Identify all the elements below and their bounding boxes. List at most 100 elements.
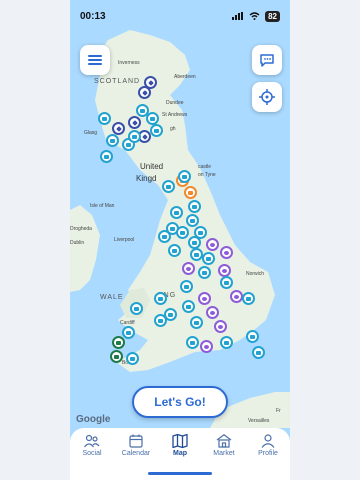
lets-go-button[interactable]: Let's Go!	[132, 386, 228, 418]
camera-marker[interactable]	[126, 352, 139, 365]
navigation-arrow-icon	[141, 133, 148, 140]
purple-marker[interactable]	[218, 264, 231, 277]
pin-icon	[210, 310, 215, 315]
camera-marker[interactable]	[188, 200, 201, 213]
camera-marker[interactable]	[220, 276, 233, 289]
camera-marker[interactable]	[100, 150, 113, 163]
camera-icon	[246, 296, 251, 301]
chat-button[interactable]	[252, 45, 282, 75]
camera-marker[interactable]	[186, 336, 199, 349]
camera-icon	[192, 204, 197, 209]
camera-icon	[250, 334, 255, 339]
camera-marker[interactable]	[182, 300, 195, 313]
purple-marker[interactable]	[220, 246, 233, 259]
purple-marker[interactable]	[206, 238, 219, 251]
camera-icon	[180, 230, 185, 235]
map-label-scotland: SCOTLAND	[94, 78, 141, 85]
map-label-united: United	[140, 162, 164, 171]
camera-icon	[102, 116, 107, 121]
camera-icon	[126, 142, 131, 147]
purple-marker[interactable]	[206, 306, 219, 319]
purple-marker[interactable]	[214, 320, 227, 333]
pin-icon	[218, 324, 223, 329]
purple-marker[interactable]	[182, 262, 195, 275]
camera-marker[interactable]	[168, 244, 181, 257]
tab-profile[interactable]: Profile	[247, 434, 289, 457]
camera-marker[interactable]	[202, 252, 215, 265]
camera-marker[interactable]	[220, 336, 233, 349]
camera-marker[interactable]	[246, 330, 259, 343]
camera-icon	[116, 340, 121, 345]
nav-marker[interactable]	[128, 116, 141, 129]
navigation-arrow-icon	[141, 89, 148, 96]
camera-marker[interactable]	[106, 134, 119, 147]
camera-marker[interactable]	[128, 130, 141, 143]
tab-market[interactable]: Market	[203, 434, 245, 457]
map-label-liverpool: Liverpool	[114, 237, 135, 243]
tab-map[interactable]: Map	[159, 434, 201, 457]
phone-screen: Inverness Aberdeen SCOTLAND Dundee St An…	[70, 0, 290, 480]
menu-button[interactable]	[80, 45, 110, 75]
green-marker[interactable]	[112, 336, 125, 349]
camera-icon	[194, 320, 199, 325]
pin-icon	[202, 296, 207, 301]
map-label-inverness: Inverness	[118, 60, 140, 66]
map-label-kingdom: Kingd	[136, 174, 157, 183]
people-icon	[84, 434, 100, 448]
orange-marker[interactable]	[184, 186, 197, 199]
camera-marker[interactable]	[178, 170, 191, 183]
tab-market-label: Market	[213, 450, 235, 457]
nav-marker[interactable]	[112, 122, 125, 135]
tab-social[interactable]: Social	[71, 434, 113, 457]
camera-icon	[126, 330, 131, 335]
camera-marker[interactable]	[98, 112, 111, 125]
green-marker[interactable]	[110, 350, 123, 363]
camera-icon	[168, 312, 173, 317]
wifi-icon	[249, 12, 260, 20]
camera-marker[interactable]	[180, 280, 193, 293]
purple-marker[interactable]	[230, 290, 243, 303]
camera-marker[interactable]	[242, 292, 255, 305]
camera-marker[interactable]	[190, 316, 203, 329]
map-label-norwich: Norwich	[246, 271, 265, 277]
camera-marker[interactable]	[154, 292, 167, 305]
tab-calendar[interactable]: Calendar	[115, 434, 157, 457]
map-label-france: Fr	[276, 408, 281, 414]
tab-calendar-label: Calendar	[121, 450, 151, 457]
status-bar: 00:13 82	[70, 0, 290, 32]
chat-bubble-icon	[260, 54, 274, 67]
locate-me-button[interactable]	[252, 82, 282, 112]
camera-icon	[190, 340, 195, 345]
camera-marker[interactable]	[130, 302, 143, 315]
camera-marker[interactable]	[252, 346, 265, 359]
camera-marker[interactable]	[170, 206, 183, 219]
camera-marker[interactable]	[158, 230, 171, 243]
camera-marker[interactable]	[176, 226, 189, 239]
camera-icon	[132, 134, 137, 139]
camera-marker[interactable]	[154, 314, 167, 327]
map-label-dublin: Dublin	[70, 240, 85, 246]
purple-marker[interactable]	[198, 292, 211, 305]
map-icon	[172, 434, 188, 448]
camera-marker[interactable]	[188, 236, 201, 249]
camera-marker[interactable]	[198, 266, 211, 279]
nav-marker[interactable]	[138, 86, 151, 99]
camera-marker[interactable]	[186, 214, 199, 227]
camera-icon	[190, 218, 195, 223]
camera-icon	[198, 230, 203, 235]
camera-marker[interactable]	[122, 326, 135, 339]
camera-icon	[170, 226, 175, 231]
camera-icon	[114, 354, 119, 359]
map-label-tyne: on Tyne	[198, 172, 216, 178]
camera-marker[interactable]	[162, 180, 175, 193]
google-logo: Google	[76, 414, 111, 425]
camera-icon	[188, 190, 193, 195]
camera-icon	[206, 256, 211, 261]
pin-icon	[222, 268, 227, 273]
camera-icon	[154, 128, 159, 133]
map-label-isle-of-man: Isle of Man	[90, 203, 115, 209]
camera-icon	[140, 108, 145, 113]
camera-icon	[224, 340, 229, 345]
purple-marker[interactable]	[200, 340, 213, 353]
camera-marker[interactable]	[150, 124, 163, 137]
